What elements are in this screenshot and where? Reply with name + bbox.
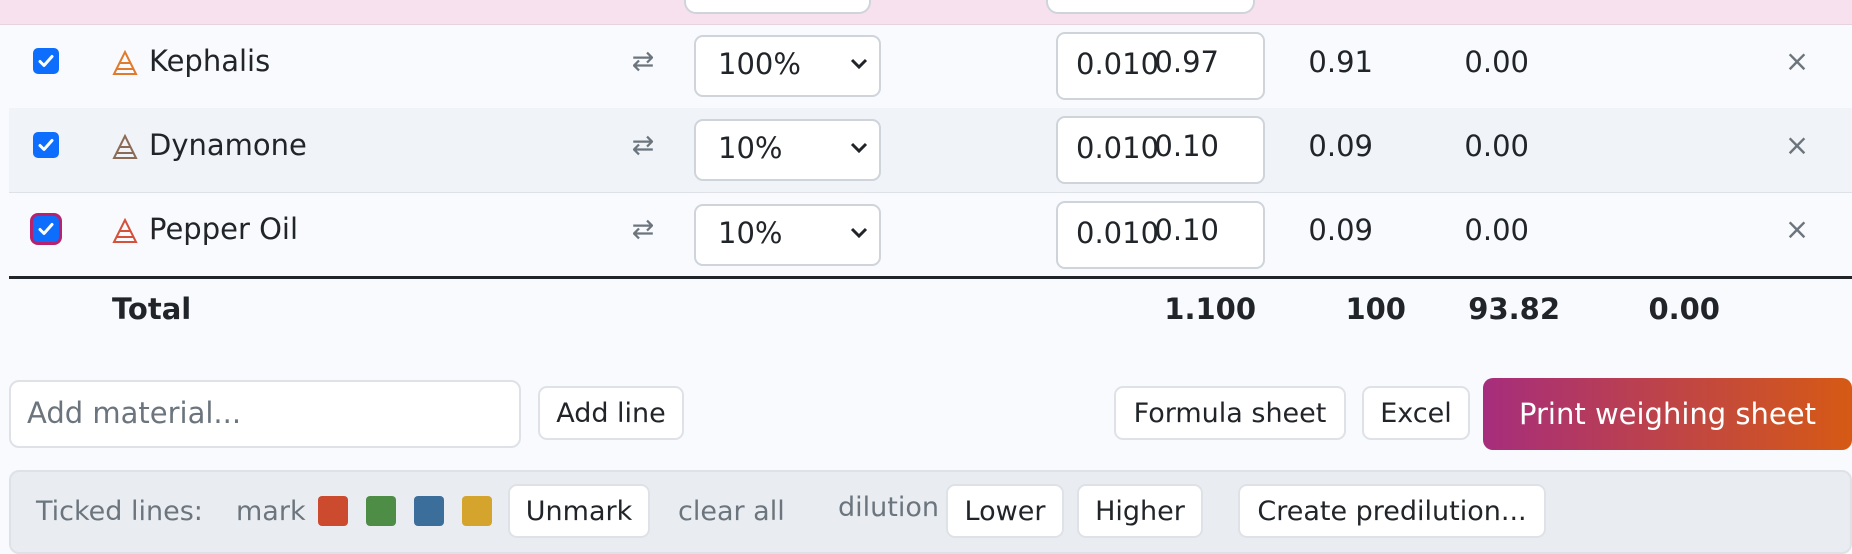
value-col3: 0.00	[1464, 45, 1529, 79]
dilution-value: 10%	[718, 216, 783, 250]
pyramid-orange-icon	[112, 50, 138, 75]
clear-all-link[interactable]: clear all	[678, 496, 785, 528]
total-divider	[9, 276, 1852, 279]
ticked-lines-label: Ticked lines:	[36, 496, 203, 527]
previous-dilution-select-edge[interactable]	[684, 0, 871, 14]
value-col1: 0.10	[1154, 129, 1219, 163]
excel-button[interactable]: Excel	[1362, 386, 1470, 440]
unmark-button[interactable]: Unmark	[508, 484, 650, 538]
mark-swatch-blue[interactable]	[414, 496, 444, 526]
value-col1: 0.97	[1154, 45, 1219, 79]
previous-row-strip	[0, 0, 1852, 25]
formula-sheet-button[interactable]: Formula sheet	[1114, 386, 1346, 440]
table-row: Dynamone ⇄ 10% 0.010 0.10 0.09 0.00 ×	[9, 108, 1852, 193]
higher-button[interactable]: Higher	[1077, 484, 1203, 538]
total-col2: 93.82	[1468, 292, 1560, 326]
material-name[interactable]: Kephalis	[149, 44, 270, 78]
value-col2: 0.91	[1308, 45, 1373, 79]
dilution-select[interactable]: 100%	[694, 35, 881, 97]
pyramid-red-icon	[112, 218, 138, 243]
row-checkbox[interactable]	[33, 216, 59, 242]
total-label: Total	[112, 292, 192, 326]
chevron-down-icon	[850, 58, 868, 70]
previous-amount-input-edge[interactable]	[1046, 0, 1255, 14]
dilution-value: 100%	[718, 47, 801, 81]
material-name[interactable]: Dynamone	[149, 128, 307, 162]
add-line-button[interactable]: Add line	[538, 386, 684, 440]
value-col2: 0.09	[1308, 129, 1373, 163]
table-row: Kephalis ⇄ 100% 0.010 0.97 0.91 0.00 ×	[9, 24, 1852, 109]
total-col1: 100	[1345, 292, 1406, 326]
delete-row-icon[interactable]: ×	[1779, 128, 1815, 162]
value-col3: 0.00	[1464, 213, 1529, 247]
dilution-select[interactable]: 10%	[694, 119, 881, 181]
swap-icon[interactable]: ⇄	[621, 46, 665, 77]
dilution-label: dilution	[838, 492, 939, 523]
chevron-down-icon	[850, 142, 868, 154]
row-checkbox[interactable]	[33, 132, 59, 158]
total-amount: 1.100	[1164, 292, 1256, 326]
value-col3: 0.00	[1464, 129, 1529, 163]
delete-row-icon[interactable]: ×	[1779, 212, 1815, 246]
value-col1: 0.10	[1154, 213, 1219, 247]
mark-swatch-red[interactable]	[318, 496, 348, 526]
mark-swatch-yellow[interactable]	[462, 496, 492, 526]
create-predilution-button[interactable]: Create predilution...	[1238, 484, 1546, 538]
dilution-select[interactable]: 10%	[694, 204, 881, 266]
chevron-down-icon	[850, 227, 868, 239]
dilution-value: 10%	[718, 131, 783, 165]
swap-icon[interactable]: ⇄	[621, 214, 665, 245]
delete-row-icon[interactable]: ×	[1779, 44, 1815, 78]
value-col2: 0.09	[1308, 213, 1373, 247]
mark-label: mark	[236, 496, 306, 527]
row-checkbox[interactable]	[33, 48, 59, 74]
table-row: Pepper Oil ⇄ 10% 0.010 0.10 0.09 0.00 ×	[9, 192, 1852, 276]
swap-icon[interactable]: ⇄	[621, 130, 665, 161]
total-col3: 0.00	[1648, 292, 1720, 326]
add-material-input[interactable]: Add material...	[9, 380, 521, 448]
pyramid-brown-icon	[112, 134, 138, 159]
print-weighing-sheet-button[interactable]: Print weighing sheet	[1483, 378, 1852, 450]
lower-button[interactable]: Lower	[946, 484, 1064, 538]
mark-swatch-green[interactable]	[366, 496, 396, 526]
material-name[interactable]: Pepper Oil	[149, 212, 298, 246]
